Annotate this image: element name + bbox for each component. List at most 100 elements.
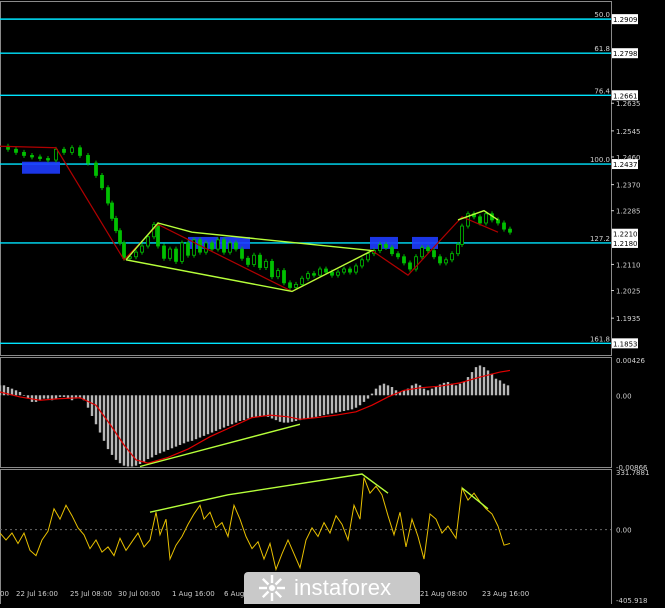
cci-tick-label: 0.00 (616, 527, 632, 535)
candle-body (122, 242, 126, 259)
y-tick-label: 1.2635 (616, 100, 641, 108)
macd-bar (90, 395, 94, 416)
fib-price-label: 1.2180 (613, 240, 638, 248)
macd-bar (342, 395, 346, 412)
candle-body (378, 244, 382, 252)
candle-body (78, 147, 82, 156)
candle-body (228, 242, 232, 253)
macd-bar (494, 378, 498, 396)
macd-bar (286, 395, 290, 423)
macd-bar (222, 395, 226, 428)
candle-body (336, 271, 340, 276)
macd-bar (238, 395, 242, 421)
candle-body (348, 268, 352, 273)
macd-signal-line (0, 369, 511, 464)
macd-bar (54, 395, 58, 399)
y-tick-label: 1.1935 (616, 315, 641, 323)
macd-bar (282, 395, 286, 423)
x-axis-label: 23 Aug 16:00 (482, 590, 529, 598)
candle-body (432, 250, 436, 258)
macd-bar (34, 395, 38, 402)
candle-body (330, 271, 334, 276)
macd-bar (182, 395, 186, 444)
macd-bar (294, 395, 298, 421)
macd-bar (142, 395, 146, 462)
macd-bar (418, 385, 422, 396)
macd-bar (178, 395, 182, 445)
macd-bar (426, 390, 430, 396)
y-tick-label: 1.2545 (616, 128, 641, 136)
x-axis-label: 21 Aug 08:00 (420, 590, 467, 598)
macd-bar (338, 395, 342, 412)
macd-bar (138, 395, 142, 465)
macd-bar (334, 395, 338, 413)
candle-body (14, 148, 18, 153)
candle-body (70, 147, 74, 153)
current-price-label: 1.2210 (613, 231, 638, 239)
candle-body (402, 256, 406, 264)
macd-bar (306, 395, 310, 419)
macd-bar (0, 385, 2, 396)
macd-bar (218, 395, 222, 430)
x-axis-label: 25 Jul 08:00 (70, 590, 112, 598)
fib-label: 61.8 (594, 45, 610, 53)
macd-bar (126, 395, 130, 467)
macd-bar (166, 395, 170, 450)
fib-price-label: 1.2909 (613, 16, 638, 24)
candle-body (450, 253, 454, 261)
candle-body (396, 253, 400, 258)
candle-body (276, 270, 280, 278)
candle-body (38, 156, 42, 159)
candle-body (390, 247, 394, 255)
macd-bar (22, 395, 26, 396)
macd-bar (326, 395, 330, 415)
candle-body (300, 277, 304, 285)
macd-bar (302, 395, 306, 420)
consolidation-box (370, 236, 398, 249)
macd-bar (350, 395, 354, 410)
watermark-badge: instaforex (244, 572, 420, 604)
macd-bar (482, 367, 486, 396)
macd-bar (414, 383, 418, 396)
candle-body (306, 273, 310, 279)
y-tick-label: 1.2110 (616, 261, 641, 269)
macd-bar (378, 385, 382, 396)
candle-body (100, 174, 104, 189)
candle-body (444, 259, 448, 264)
macd-bar (366, 395, 370, 399)
macd-bar (478, 365, 482, 396)
candle-body (360, 259, 364, 267)
macd-bar (226, 395, 230, 426)
candle-body (156, 224, 160, 247)
macd-bar (486, 370, 490, 396)
macd-bar (458, 383, 462, 396)
y-tick-label: 1.2460 (616, 154, 641, 162)
candle-body (318, 268, 322, 276)
trading-chart: 50.01.2909 61.81.2798 76.41.2661 100.01.243… (0, 1, 649, 605)
macd-bar (498, 380, 502, 396)
candle-body (110, 202, 114, 219)
fib-label: 76.4 (594, 87, 610, 95)
y-tick-label: 1.2370 (616, 182, 641, 190)
macd-bar (42, 395, 46, 399)
macd-bar (158, 395, 162, 454)
macd-bar (186, 395, 190, 442)
candle-body (258, 254, 262, 268)
candle-body (502, 222, 506, 230)
macd-bar (362, 395, 366, 402)
macd-bar (430, 388, 434, 396)
macd-bar (162, 395, 166, 452)
candle-body (366, 253, 370, 261)
candle-body (210, 242, 214, 250)
candle-body (264, 260, 268, 268)
candle-body (30, 155, 34, 158)
macd-bar (442, 382, 446, 396)
fib-label: 161.8 (590, 335, 610, 343)
macd-tick-label: 0.00 (616, 392, 632, 400)
macd-bar (146, 395, 150, 460)
candle-body (294, 283, 298, 288)
candle-body (106, 187, 110, 204)
macd-bar (374, 388, 378, 396)
macd-bar (506, 385, 510, 396)
candle-body (342, 268, 346, 273)
